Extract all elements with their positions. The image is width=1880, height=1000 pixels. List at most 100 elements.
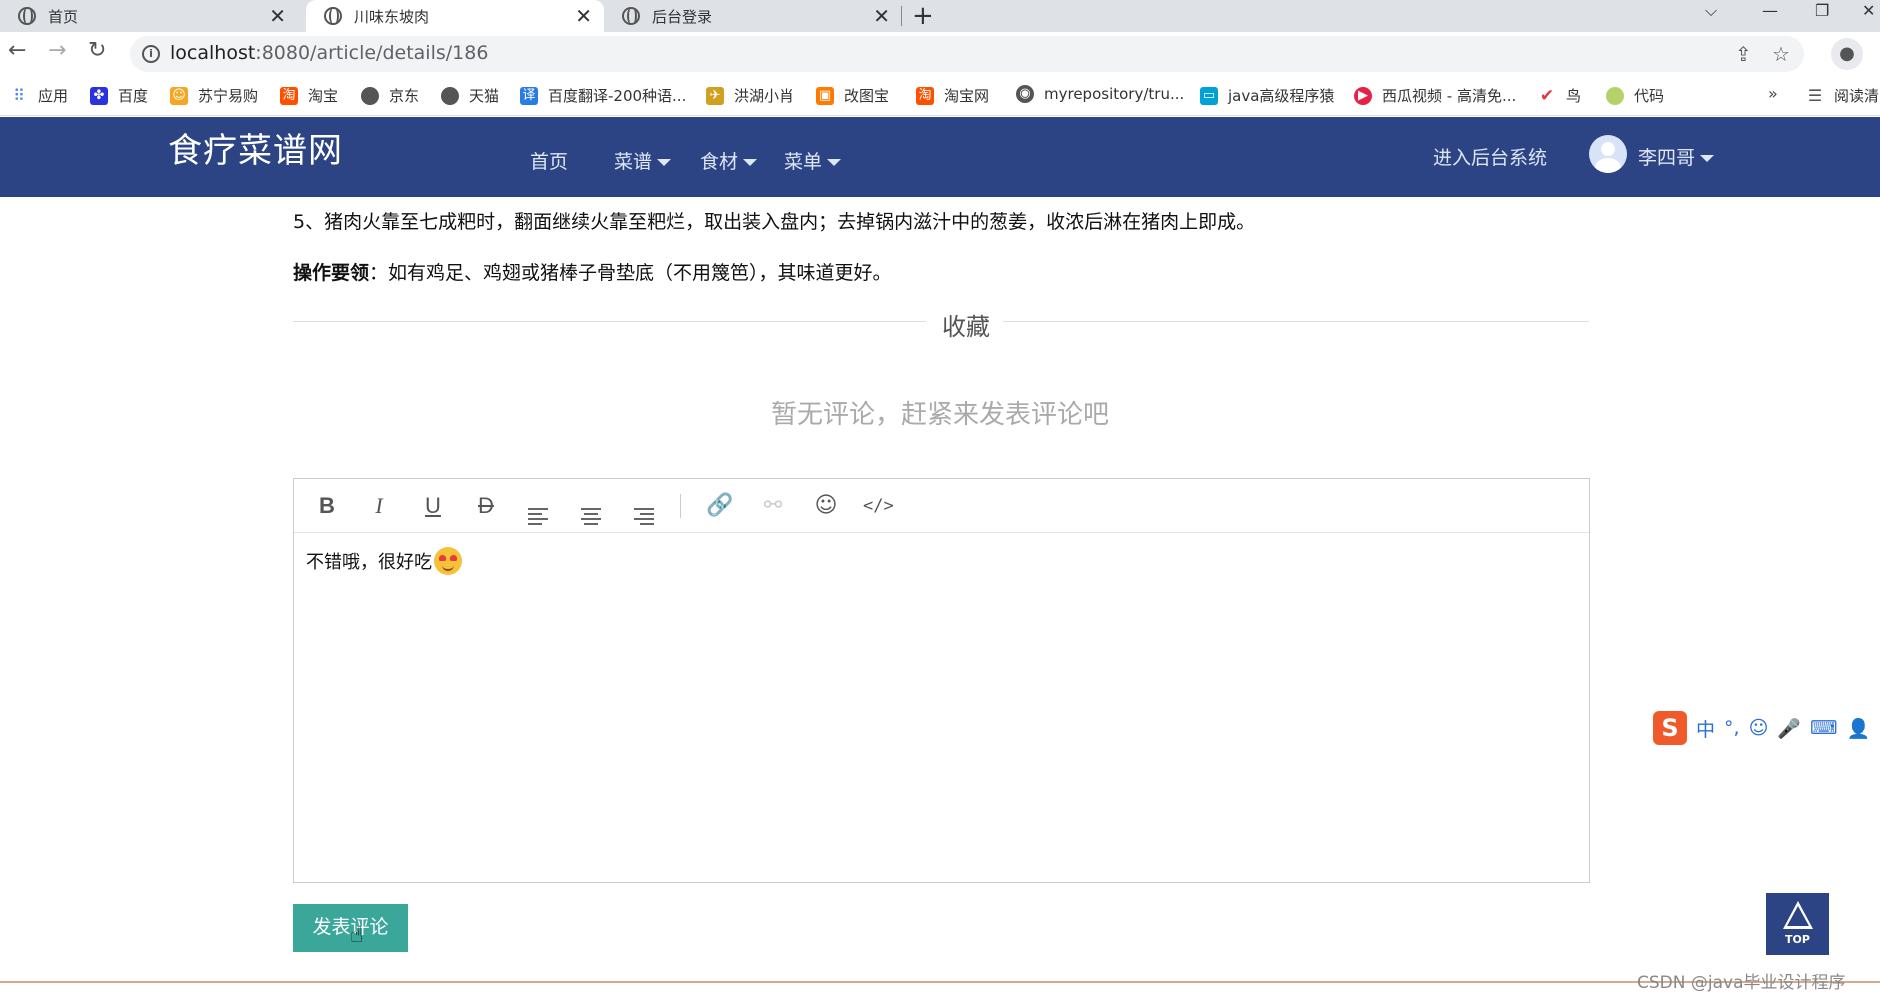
tab-search-icon[interactable]: ⌵ <box>1705 0 1717 32</box>
nav-ingredients[interactable]: 食材 <box>700 147 758 174</box>
play-icon: ▶ <box>1354 86 1372 105</box>
toolbar-separator <box>680 494 681 518</box>
bold-icon[interactable]: B <box>312 491 342 521</box>
bookmark-label: 苏宁易购 <box>198 87 259 105</box>
site-logo[interactable]: 食疗菜谱网 <box>168 123 343 172</box>
bookmark-label: 天猫 <box>469 87 500 105</box>
more-bookmarks-icon[interactable]: » <box>1768 84 1778 103</box>
link-icon[interactable]: 🔗 <box>705 491 735 521</box>
footer-divider <box>0 981 1880 983</box>
tab-home[interactable]: 首页 ✕ <box>0 0 298 32</box>
forward-icon[interactable]: → <box>48 38 66 63</box>
star-icon[interactable]: ☆ <box>1772 42 1790 66</box>
bookmark-code[interactable]: 代码 <box>1606 85 1664 106</box>
italic-icon[interactable]: I <box>364 491 394 521</box>
bookmark-label: 洪湖小肖 <box>734 87 795 105</box>
sogou-icon[interactable]: S <box>1653 711 1687 745</box>
tip-text: ：如有鸡足、鸡翅或猪棒子骨垫底（不用篾笆），其味道更好。 <box>369 262 892 284</box>
nav-label: 首页 <box>530 151 569 173</box>
apps-grid-icon: ⠿ <box>13 85 25 105</box>
nav-label: 菜谱 <box>614 151 653 173</box>
taobao-icon: 淘 <box>916 86 934 105</box>
bookmark-honghu[interactable]: ✈ 洪湖小肖 <box>706 85 794 106</box>
bookmark-myrepository[interactable]: ◉ myrepository/tru... <box>1016 85 1184 103</box>
align-right-icon[interactable] <box>629 491 659 525</box>
restore-icon[interactable]: ❐ <box>1815 0 1829 32</box>
caret-down-icon <box>827 159 842 166</box>
nav-label: 食材 <box>700 151 739 173</box>
minimize-icon[interactable]: — <box>1762 0 1778 32</box>
reload-icon[interactable]: ↻ <box>88 38 106 63</box>
editor-toolbar: B I U D 🔗 ⚯ ☺ </> <box>294 479 1589 533</box>
bookmark-gaitubao[interactable]: ▣ 改图宝 <box>816 85 889 106</box>
site-info-icon[interactable]: i <box>142 45 160 63</box>
share-icon[interactable]: ⇪ <box>1735 42 1752 66</box>
align-lines <box>634 508 654 526</box>
close-tab-icon[interactable]: ✕ <box>269 4 286 28</box>
editor-content[interactable]: 不错哦，很好吃 <box>306 547 462 575</box>
caret-down-icon <box>743 159 758 166</box>
ime-punct[interactable]: °, <box>1724 717 1740 739</box>
comment-editor[interactable]: B I U D 🔗 ⚯ ☺ </> 不错哦，很好吃 <box>293 478 1590 883</box>
nav-recipes[interactable]: 菜谱 <box>614 147 672 174</box>
new-tab-button[interactable]: + <box>912 0 934 32</box>
globe-icon <box>441 86 459 105</box>
bookmark-baidu-translate[interactable]: 译百度翻译-200种语... <box>520 85 686 106</box>
align-left-icon[interactable] <box>523 491 553 525</box>
url-path: :8080/article/details/186 <box>255 42 489 64</box>
bookmark-java[interactable]: ▭ java高级程序猿 <box>1200 85 1334 106</box>
ime-mode[interactable]: 中 <box>1696 715 1715 742</box>
hand-cursor-icon: ☝ <box>350 923 364 948</box>
bookmark-label: 百度 <box>118 87 149 105</box>
comment-text: 不错哦，很好吃 <box>306 552 432 573</box>
translate-icon: 译 <box>520 86 538 105</box>
profile-icon[interactable]: ● <box>1831 38 1863 70</box>
divider <box>1003 321 1589 322</box>
bookmark-bird[interactable]: ✔ 鸟 <box>1538 85 1581 106</box>
bookmark-xigua[interactable]: ▶ 西瓜视频 - 高清免... <box>1354 85 1516 106</box>
unlink-icon[interactable]: ⚯ <box>758 491 788 521</box>
tab-admin-login[interactable]: 后台登录 ✕ <box>604 0 902 32</box>
bookmark-baidu[interactable]: ✤ 百度 <box>90 85 148 106</box>
bookmark-label: 鸟 <box>1566 87 1582 105</box>
underline-icon[interactable]: U <box>418 491 448 521</box>
backend-link[interactable]: 进入后台系统 <box>1433 143 1547 170</box>
user-icon[interactable]: 👤 <box>1846 717 1870 740</box>
bookmark-jd[interactable]: 京东 <box>361 85 419 106</box>
bookmark-apps[interactable]: ⠿ 应用 <box>10 85 68 106</box>
keyboard-icon[interactable]: ⌨ <box>1810 717 1837 739</box>
back-icon[interactable]: ← <box>8 38 26 63</box>
close-tab-icon[interactable]: ✕ <box>873 4 890 28</box>
bookmark-taobao-web[interactable]: 淘淘宝网 <box>916 85 989 106</box>
address-bar[interactable]: i localhost:8080/article/details/186 ⇪ ☆ <box>130 36 1804 72</box>
gaitubao-icon: ▣ <box>816 86 834 105</box>
suning-icon: ☺ <box>170 86 188 105</box>
favorite-button[interactable]: 收藏 <box>942 307 990 342</box>
ime-emoji-icon[interactable]: ☺ <box>1749 717 1769 739</box>
mic-icon[interactable]: 🎤 <box>1777 717 1801 740</box>
bookmark-label: 改图宝 <box>844 87 890 105</box>
bookmark-suning[interactable]: ☺ 苏宁易购 <box>170 85 258 106</box>
caret-down-icon <box>657 159 672 166</box>
nav-label: 菜单 <box>784 151 823 173</box>
nav-home[interactable]: 首页 <box>530 147 568 174</box>
user-menu[interactable]: 李四哥 <box>1638 143 1715 170</box>
bookmark-tmall[interactable]: 天猫 <box>441 85 499 106</box>
strikethrough-icon[interactable]: D <box>471 491 501 521</box>
tab-recipe[interactable]: 川味东坡肉 ✕ <box>306 0 604 32</box>
browser-tab-strip: 首页 ✕ 川味东坡肉 ✕ 后台登录 ✕ + ⌵ — ❐ ✕ <box>0 0 1880 32</box>
code-icon[interactable]: </> <box>863 491 894 521</box>
baidu-icon: ✤ <box>90 86 108 105</box>
avatar[interactable] <box>1589 135 1627 173</box>
back-to-top-button[interactable]: TOP <box>1766 893 1829 955</box>
emoji-icon[interactable]: ☺ <box>811 491 841 521</box>
close-tab-icon[interactable]: ✕ <box>575 4 592 28</box>
close-window-icon[interactable]: ✕ <box>1862 0 1875 32</box>
nav-menus[interactable]: 菜单 <box>784 147 842 174</box>
tab-title: 首页 <box>48 7 79 26</box>
tip-label: 操作要领 <box>293 262 370 284</box>
reading-list[interactable]: ☰ 阅读清 <box>1806 85 1879 106</box>
align-center-icon[interactable] <box>576 491 606 525</box>
bookmark-taobao[interactable]: 淘淘宝 <box>280 85 338 106</box>
username: 李四哥 <box>1638 147 1696 169</box>
